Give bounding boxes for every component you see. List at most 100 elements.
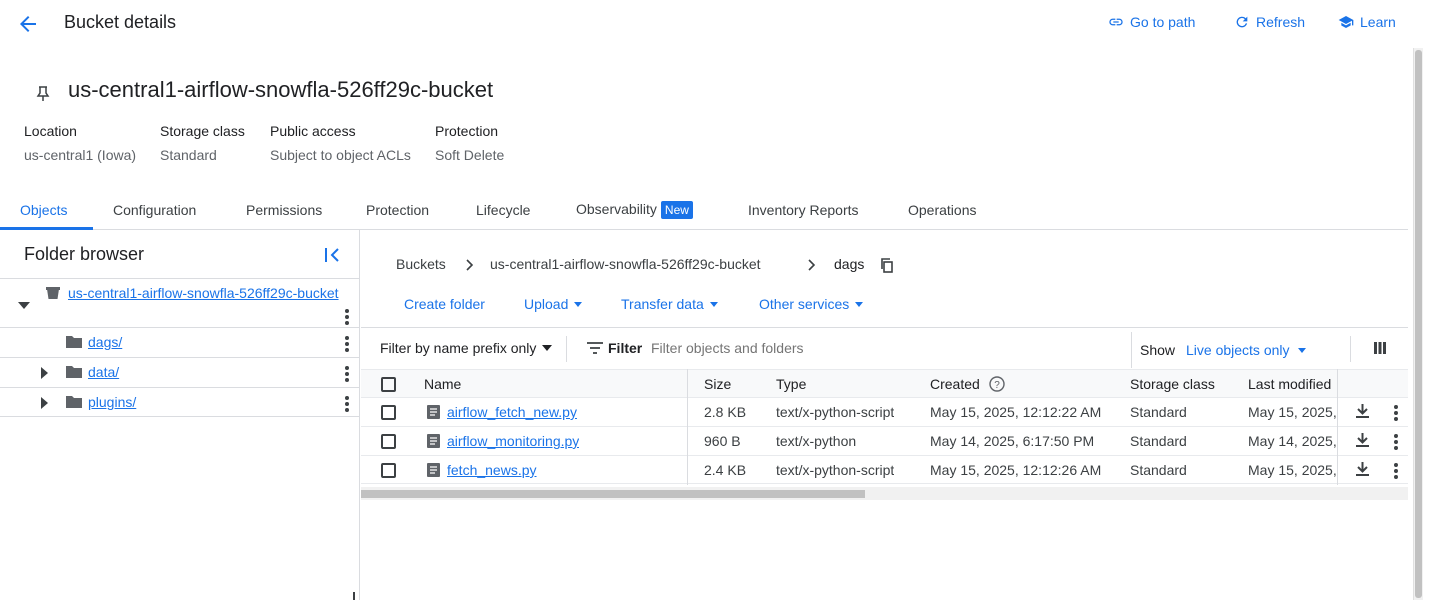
pin-icon[interactable] [36, 86, 50, 102]
more-vert-icon[interactable] [345, 396, 349, 412]
column-display-icon[interactable] [1374, 342, 1386, 354]
new-badge: New [660, 201, 693, 219]
row-checkbox[interactable] [381, 405, 396, 420]
collapse-panel-icon[interactable] [324, 246, 342, 264]
help-icon[interactable]: ? [989, 376, 1005, 392]
copy-icon[interactable] [880, 258, 894, 273]
tab-objects[interactable]: Objects [20, 202, 67, 218]
refresh-icon [1236, 16, 1248, 28]
tab-observability-label: Observability [576, 201, 657, 217]
create-folder-button[interactable]: Create folder [404, 296, 485, 312]
tab-inventory-reports[interactable]: Inventory Reports [748, 202, 859, 218]
resize-handle[interactable] [353, 592, 355, 600]
other-services-button[interactable]: Other services [759, 296, 864, 312]
file-name-link[interactable]: airflow_monitoring.py [447, 433, 579, 449]
file-name-link[interactable]: airflow_fetch_new.py [447, 404, 577, 420]
page-scrollbar[interactable] [1413, 48, 1423, 600]
transfer-data-button[interactable]: Transfer data [621, 296, 718, 312]
expand-right-icon[interactable] [41, 397, 48, 409]
refresh-button[interactable]: Refresh [1234, 14, 1305, 30]
filter-input[interactable] [651, 334, 1071, 362]
learn-button[interactable]: Learn [1338, 14, 1396, 30]
tree-folder-link[interactable]: dags/ [88, 334, 122, 350]
download-icon[interactable] [1356, 404, 1369, 419]
tab-lifecycle[interactable]: Lifecycle [476, 202, 530, 218]
select-all-checkbox[interactable] [381, 377, 396, 392]
download-icon[interactable] [1356, 462, 1369, 477]
tab-operations[interactable]: Operations [908, 202, 976, 218]
expand-right-icon[interactable] [41, 367, 48, 379]
column-name[interactable]: Name [424, 376, 461, 392]
more-vert-icon[interactable] [345, 309, 349, 325]
row-checkbox[interactable] [381, 463, 396, 478]
go-to-path-button[interactable]: Go to path [1108, 14, 1195, 30]
column-storage-class[interactable]: Storage class [1130, 376, 1215, 392]
folder-icon [66, 336, 82, 348]
more-vert-icon[interactable] [1394, 434, 1398, 450]
link-icon [1109, 18, 1123, 26]
meta-key: Storage class [160, 123, 245, 139]
file-icon [427, 434, 440, 448]
column-type[interactable]: Type [776, 376, 806, 392]
go-to-path-label: Go to path [1130, 14, 1196, 30]
tree-folder-link[interactable]: plugins/ [88, 394, 136, 410]
tab-permissions[interactable]: Permissions [246, 202, 322, 218]
show-dropdown[interactable]: Live objects only [1186, 342, 1306, 358]
tree-root-link[interactable]: us-central1-airflow-snowfla-526ff29c-buc… [68, 285, 339, 301]
table-row[interactable]: airflow_fetch_new.py 2.8 KB text/x-pytho… [361, 397, 1408, 426]
transfer-data-label: Transfer data [621, 296, 704, 312]
upload-button[interactable]: Upload [524, 296, 583, 312]
breadcrumb-buckets[interactable]: Buckets [396, 256, 446, 272]
scrollbar-thumb[interactable] [1415, 50, 1422, 598]
filter-bar: Filter by name prefix only Filter Show L… [361, 327, 1408, 369]
meta-location: Location us-central1 (Iowa) [24, 123, 136, 163]
dropdown-caret-icon [709, 301, 718, 307]
filter-prefix-dropdown[interactable]: Filter by name prefix only [380, 340, 553, 356]
upload-label: Upload [524, 296, 569, 312]
tree-row-data[interactable]: data/ [0, 357, 360, 387]
chevron-right-icon [808, 259, 816, 271]
more-vert-icon[interactable] [345, 366, 349, 382]
meta-value: us-central1 (Iowa) [24, 147, 137, 163]
more-vert-icon[interactable] [1394, 463, 1398, 479]
expand-down-icon[interactable] [18, 302, 30, 309]
file-name-link[interactable]: fetch_news.py [447, 462, 537, 478]
file-storage-class: Standard [1130, 404, 1187, 420]
more-vert-icon[interactable] [345, 336, 349, 352]
folder-icon [66, 396, 82, 408]
table-row[interactable]: fetch_news.py 2.4 KB text/x-python-scrip… [361, 455, 1408, 484]
breadcrumb-bucket[interactable]: us-central1-airflow-snowfla-526ff29c-buc… [490, 256, 761, 272]
horizontal-scrollbar-thumb[interactable] [361, 490, 865, 498]
tree-folder-link[interactable]: data/ [88, 364, 119, 380]
meta-public-access: Public access Subject to object ACLs [270, 123, 411, 163]
column-last-modified[interactable]: Last modified [1248, 376, 1331, 392]
page-title: Bucket details [64, 12, 177, 32]
tree-row-dags[interactable]: dags/ [0, 327, 360, 357]
more-vert-icon[interactable] [1394, 405, 1398, 421]
refresh-label: Refresh [1256, 14, 1306, 30]
tab-protection[interactable]: Protection [366, 202, 429, 218]
tree-row-plugins[interactable]: plugins/ [0, 387, 360, 417]
column-size[interactable]: Size [704, 376, 731, 392]
tab-observability[interactable]: Observability New [576, 201, 693, 219]
tree-root-row[interactable]: us-central1-airflow-snowfla-526ff29c-buc… [0, 278, 360, 327]
table-row[interactable]: airflow_monitoring.py 960 B text/x-pytho… [361, 426, 1408, 455]
file-created: May 14, 2025, 6:17:50 PM [930, 433, 1095, 449]
divider [566, 336, 567, 362]
row-checkbox[interactable] [381, 434, 396, 449]
tab-configuration[interactable]: Configuration [113, 202, 196, 218]
meta-key: Public access [270, 123, 356, 139]
download-icon[interactable] [1356, 433, 1369, 448]
dropdown-caret-icon [855, 301, 864, 307]
column-created[interactable]: Created ? [930, 376, 1005, 392]
filter-label: Filter [608, 340, 643, 356]
file-type: text/x-python-script [776, 462, 895, 478]
column-created-label: Created [930, 376, 980, 392]
meta-value: Standard [160, 147, 217, 163]
file-storage-class: Standard [1130, 433, 1187, 449]
divider [1131, 332, 1132, 368]
file-type: text/x-python [776, 433, 857, 449]
table-header: Name Size Type Created ? Storage class L… [361, 369, 1408, 397]
back-arrow-icon[interactable] [16, 12, 40, 36]
frozen-column-divider [687, 369, 688, 485]
